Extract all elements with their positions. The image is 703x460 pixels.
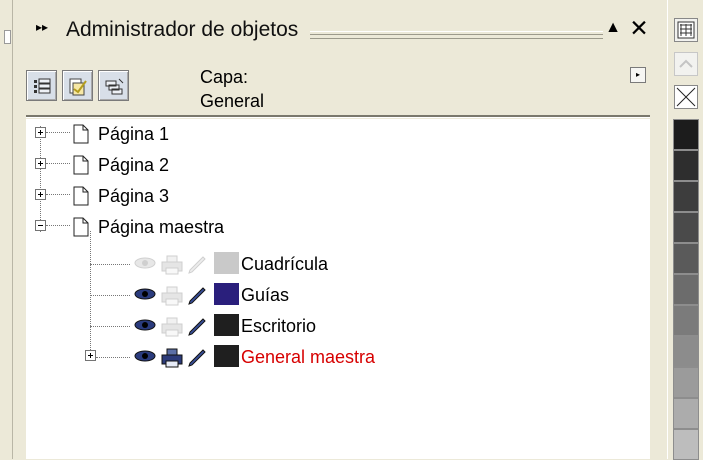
stack-icon [34, 78, 51, 94]
layer-color-swatch[interactable] [214, 283, 239, 305]
tree-row-master-page[interactable]: Página maestra [26, 212, 650, 243]
layer-color-swatch[interactable] [214, 252, 239, 274]
layer-row-master-general[interactable]: General maestra [26, 342, 650, 373]
page-icon [73, 155, 89, 175]
palette-menu-icon [677, 21, 695, 39]
tree-row-page-3[interactable]: Página 3 [26, 181, 650, 212]
layer-row-grid[interactable]: Cuadrícula [26, 249, 650, 280]
close-icon[interactable]: ✕ [628, 15, 650, 43]
color-palette [667, 0, 703, 460]
layer-color-swatch[interactable] [214, 345, 239, 367]
page-icon [73, 217, 89, 237]
pencil-icon[interactable] [186, 255, 208, 275]
palette-swatch[interactable] [673, 336, 699, 367]
printer-icon[interactable] [161, 255, 183, 275]
layers-icon [105, 78, 124, 95]
layer-color-swatch[interactable] [214, 314, 239, 336]
scroll-up-icon [679, 59, 693, 68]
expand-icon[interactable] [35, 127, 46, 138]
no-fill-swatch[interactable] [674, 85, 698, 109]
docker-title: Administrador de objetos [66, 18, 299, 41]
page-icon [73, 186, 89, 206]
palette-swatch[interactable] [673, 367, 699, 398]
palette-swatch[interactable] [673, 212, 699, 243]
collapse-icon[interactable]: ▲ [603, 19, 623, 43]
page-label: Página 3 [98, 186, 170, 206]
tree-row-page-1[interactable]: Página 1 [26, 119, 650, 150]
docker-titlebar[interactable]: ▸▸ Administrador de objetos ▲ ✕ [24, 14, 649, 48]
eye-icon[interactable] [134, 348, 156, 364]
expand-icon[interactable] [85, 350, 96, 361]
object-properties-button[interactable] [26, 70, 57, 101]
palette-swatch[interactable] [673, 181, 699, 212]
layer-row-desktop[interactable]: Escritorio [26, 311, 650, 342]
page-label: Página 2 [98, 155, 170, 175]
canvas-handle [4, 30, 11, 44]
printer-icon[interactable] [161, 317, 183, 337]
layer-label: Escritorio [241, 316, 317, 336]
palette-swatch[interactable] [673, 429, 699, 460]
layer-label: Capa: [200, 67, 249, 87]
palette-swatch[interactable] [673, 243, 699, 274]
edit-across-layers-button[interactable] [62, 70, 93, 101]
expand-icon[interactable] [35, 158, 46, 169]
eye-icon[interactable] [134, 255, 156, 271]
object-tree: Página 1 Página 2 Página 3 Página maestr… [26, 119, 650, 459]
toolbar-separator [26, 115, 650, 118]
layer-row-guides[interactable]: Guías [26, 280, 650, 311]
docker-menu-button[interactable]: ▸ [630, 67, 646, 83]
object-manager-toolbar: Capa: General ▸ [26, 66, 652, 120]
palette-menu-button[interactable] [674, 18, 698, 42]
canvas-edge [0, 0, 13, 459]
current-layer: General [200, 91, 265, 111]
page-label: Página 1 [98, 124, 170, 144]
palette-swatch[interactable] [673, 274, 699, 305]
palette-swatch[interactable] [673, 119, 699, 150]
no-color-icon [676, 87, 696, 107]
pencil-icon[interactable] [186, 286, 208, 306]
docker-arrows-icon[interactable]: ▸▸ [36, 20, 48, 34]
printer-icon[interactable] [161, 286, 183, 306]
pencil-icon[interactable] [186, 348, 208, 368]
object-manager-docker: ▸▸ Administrador de objetos ▲ ✕ Capa: Ge… [14, 0, 660, 459]
title-grip [310, 31, 603, 39]
page-icon [73, 124, 89, 144]
page-label: Página maestra [98, 217, 225, 237]
expand-icon[interactable] [35, 189, 46, 200]
layer-label: Cuadrícula [241, 254, 329, 274]
tree-row-page-2[interactable]: Página 2 [26, 150, 650, 181]
palette-swatch[interactable] [673, 150, 699, 181]
pages-check-icon [69, 78, 87, 96]
collapse-tree-icon[interactable] [35, 220, 46, 231]
eye-icon[interactable] [134, 317, 156, 333]
palette-swatch[interactable] [673, 398, 699, 429]
pencil-icon[interactable] [186, 317, 208, 337]
palette-swatch[interactable] [673, 305, 699, 336]
scroll-up-button[interactable] [674, 52, 698, 76]
layer-label: General maestra [241, 347, 376, 367]
eye-icon[interactable] [134, 286, 156, 302]
layer-label: Guías [241, 285, 290, 305]
printer-icon[interactable] [161, 348, 183, 368]
layer-view-button[interactable] [98, 70, 129, 101]
